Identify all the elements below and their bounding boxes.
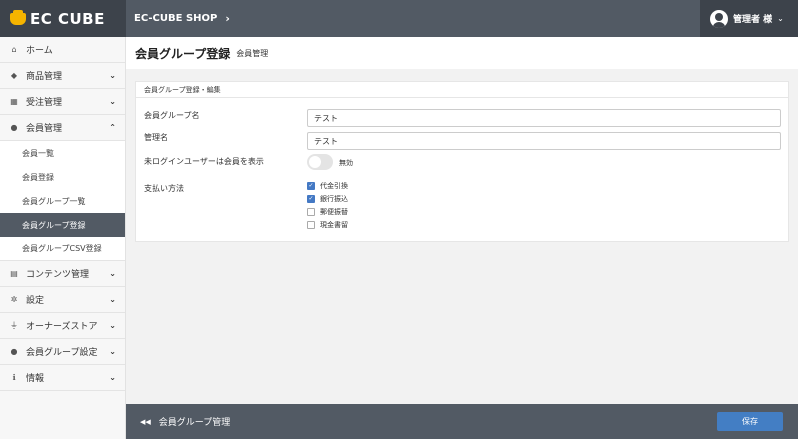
sidebar-item-label: 設定 — [26, 296, 45, 306]
sidebar-subitem-customer-list[interactable]: 会員一覧 — [0, 141, 125, 165]
payment-option[interactable]: ✓ 銀行振込 — [307, 194, 348, 204]
shop-name: EC-CUBE SHOP — [134, 13, 218, 24]
sidebar-item-products[interactable]: ◆ 商品管理 ⌄ — [0, 63, 125, 89]
sidebar-item-label: コンテンツ管理 — [26, 270, 90, 280]
sidebar-item-label: ホーム — [26, 46, 53, 56]
chevron-right-icon: › — [225, 12, 230, 25]
sidebar-subitem-customer-register[interactable]: 会員登録 — [0, 165, 125, 189]
checkbox-unchecked-icon[interactable] — [307, 221, 315, 229]
back-link-label: 会員グループ管理 — [158, 418, 231, 428]
sidebar-item-label: 情報 — [26, 374, 45, 384]
sidebar-item-label: オーナーズストア — [26, 322, 98, 332]
sidebar-subitem-group-list[interactable]: 会員グループ一覧 — [0, 189, 125, 213]
plug-icon: ⏚ — [10, 321, 18, 330]
group-name-label: 会員グループ名 — [144, 111, 200, 120]
page-subtitle: 会員管理 — [236, 48, 269, 58]
page-title: 会員グループ登録 — [135, 46, 231, 61]
sidebar-item-settings[interactable]: ✲ 設定 ⌄ — [0, 287, 125, 313]
payment-option-label: 現金書留 — [320, 221, 348, 229]
users-icon: ● — [10, 347, 18, 356]
sidebar-item-content[interactable]: ▤ コンテンツ管理 ⌄ — [0, 261, 125, 287]
users-icon: ● — [10, 123, 18, 132]
user-name: 管理者 様 — [733, 15, 773, 25]
chevron-down-icon: ⌄ — [109, 71, 116, 80]
sidebar-item-label: 受注管理 — [26, 98, 63, 108]
chevron-down-icon: ⌄ — [109, 97, 116, 106]
group-name-input[interactable] — [307, 109, 781, 127]
cart-icon: ▦ — [10, 97, 18, 106]
admin-name-input[interactable] — [307, 132, 781, 150]
checkbox-unchecked-icon[interactable] — [307, 208, 315, 216]
save-button[interactable]: 保存 — [717, 412, 783, 431]
info-icon: ℹ — [12, 373, 16, 382]
double-chevron-left-icon: ◀◀ — [140, 417, 151, 426]
sidebar-item-label: 会員グループ設定 — [26, 348, 98, 358]
gear-icon: ✲ — [10, 295, 18, 304]
sidebar-item-customers[interactable]: ● 会員管理 ⌃ — [0, 115, 125, 141]
checkbox-checked-icon[interactable]: ✓ — [307, 182, 315, 190]
card-title: 会員グループ登録・編集 — [136, 82, 788, 98]
payment-option[interactable]: 現金書留 — [307, 220, 348, 230]
payment-option[interactable]: ✓ 代金引換 — [307, 181, 348, 191]
sidebar-item-info[interactable]: ℹ 情報 ⌄ — [0, 365, 125, 391]
checkbox-checked-icon[interactable]: ✓ — [307, 195, 315, 203]
admin-name-label: 管理名 — [144, 133, 168, 142]
home-icon: ⌂ — [11, 45, 17, 54]
shop-link[interactable]: EC-CUBE SHOP › — [134, 12, 230, 25]
cube-logo-icon — [10, 9, 26, 25]
toggle-state-label: 無効 — [339, 159, 353, 167]
payment-option[interactable]: 郵便振替 — [307, 207, 348, 217]
payment-option-label: 代金引換 — [320, 182, 348, 190]
sidebar-item-orders[interactable]: ▦ 受注管理 ⌄ — [0, 89, 125, 115]
user-avatar-icon — [710, 9, 728, 28]
sidebar-item-home[interactable]: ⌂ ホーム — [0, 37, 125, 63]
payment-option-label: 銀行振込 — [320, 195, 348, 203]
chevron-down-icon: ⌄ — [109, 321, 116, 330]
sidebar-subitem-group-csv[interactable]: 会員グループCSV登録 — [0, 237, 125, 261]
sidebar-item-label: 商品管理 — [26, 72, 63, 82]
chevron-down-icon: ⌄ — [109, 295, 116, 304]
group-form-card: 会員グループ登録・編集 会員グループ名 管理名 未ログインユーザーは会員を表示 … — [135, 81, 789, 242]
payment-method-label: 支払い方法 — [144, 184, 184, 193]
chevron-down-icon: ⌄ — [777, 14, 784, 23]
user-menu[interactable]: 管理者 様 ⌄ — [700, 0, 798, 37]
logo-text: EC CUBE — [30, 9, 105, 28]
sidebar-item-group-settings[interactable]: ● 会員グループ設定 ⌄ — [0, 339, 125, 365]
top-header: EC CUBE EC-CUBE SHOP › 管理者 様 ⌄ — [0, 0, 798, 37]
page-header: 会員グループ登録 会員管理 — [126, 37, 798, 69]
non-login-display-toggle[interactable] — [307, 154, 333, 170]
sidebar-subitem-group-register[interactable]: 会員グループ登録 — [0, 213, 125, 237]
sidebar-item-label: 会員管理 — [26, 124, 63, 134]
sidebar-item-owners-store[interactable]: ⏚ オーナーズストア ⌄ — [0, 313, 125, 339]
footer-bar: ◀◀ 会員グループ管理 保存 — [126, 404, 798, 439]
chevron-down-icon: ⌄ — [109, 373, 116, 382]
chevron-down-icon: ⌄ — [109, 269, 116, 278]
file-icon: ▤ — [10, 269, 18, 278]
logo[interactable]: EC CUBE — [0, 0, 126, 37]
non-login-display-label: 未ログインユーザーは会員を表示 — [144, 157, 264, 166]
cube-icon: ◆ — [10, 71, 18, 80]
sidebar: ⌂ ホーム ◆ 商品管理 ⌄ ▦ 受注管理 ⌄ ● 会員管理 ⌃ 会員一覧 会員… — [0, 37, 126, 439]
back-link[interactable]: ◀◀ 会員グループ管理 — [140, 415, 231, 429]
payment-option-label: 郵便振替 — [320, 208, 348, 216]
chevron-down-icon: ⌄ — [109, 347, 116, 356]
chevron-up-icon: ⌃ — [109, 123, 116, 132]
